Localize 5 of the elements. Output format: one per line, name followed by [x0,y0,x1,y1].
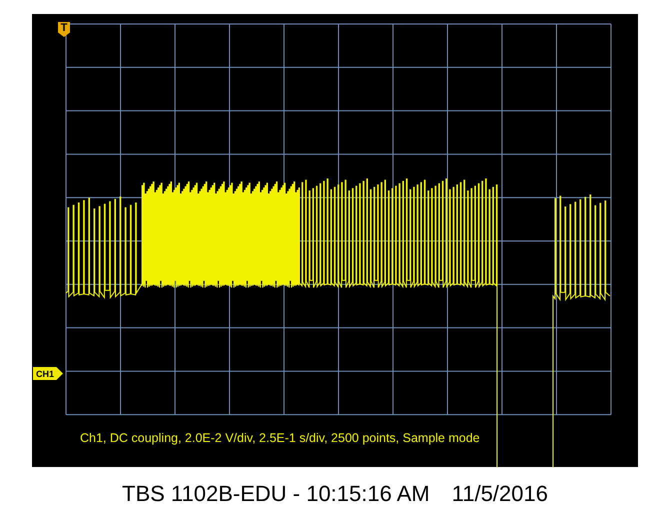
device-time-label: TBS 1102B-EDU - 10:15:16 AM [122,481,430,507]
date-label: 11/5/2016 [452,481,548,507]
channel-marker: CH1 [33,367,63,380]
trigger-marker: T [58,22,70,37]
status-line: Ch1, DC coupling, 2.0E-2 V/div, 2.5E-1 s/div, 2500 points, Sample mode [80,431,480,445]
